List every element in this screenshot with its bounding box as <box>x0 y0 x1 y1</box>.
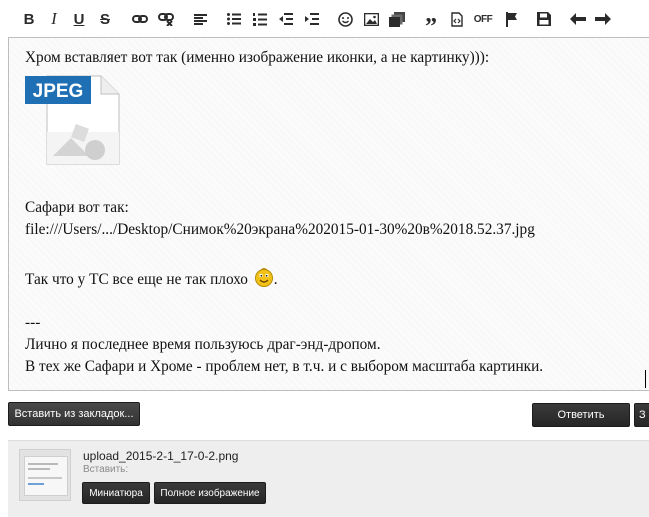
editor-line-path: file:///Users/.../Desktop/Снимок%20экран… <box>25 221 535 238</box>
media-button[interactable] <box>386 8 408 30</box>
image-icon <box>363 12 379 26</box>
undo-icon <box>570 13 586 25</box>
jpeg-file-icon: JPEG <box>25 75 120 165</box>
editor-line-personal: Лично я последнее время пользуюсь драг-э… <box>25 336 381 353</box>
underline-button[interactable]: U <box>68 8 90 30</box>
flag-icon <box>505 11 517 27</box>
jpeg-label: JPEG <box>33 81 84 102</box>
image-button[interactable] <box>360 8 382 30</box>
unlink-icon <box>158 13 174 26</box>
flag-button[interactable] <box>500 8 522 30</box>
redo-button[interactable] <box>592 8 614 30</box>
off-icon: OFF <box>473 13 493 25</box>
italic-button[interactable]: I <box>43 8 65 30</box>
insert-thumbnail-button[interactable]: Миниатюра <box>82 482 150 504</box>
bullet-list-icon <box>227 13 241 25</box>
smiley-icon <box>254 268 273 287</box>
thumbnail-preview <box>24 456 68 496</box>
indent-button[interactable] <box>301 8 323 30</box>
editor-line-same: В тех же Сафари и Хроме - проблем нет, в… <box>25 358 544 375</box>
media-icon <box>389 11 405 27</box>
redo-icon <box>595 13 611 25</box>
undo-button[interactable] <box>567 8 589 30</box>
smilie-button[interactable] <box>334 8 356 30</box>
bold-icon: B <box>23 10 35 28</box>
editor-line-dashes: --- <box>25 314 41 331</box>
insert-full-image-button[interactable]: Полное изображение <box>154 482 266 504</box>
quote-button[interactable]: ” <box>420 8 442 40</box>
text-caret <box>645 370 646 388</box>
attachment-file-name: upload_2015-2-1_17-0-2.png <box>83 449 239 463</box>
editor-line-chrome: Хром вставляет вот так (именно изображен… <box>25 49 490 66</box>
attachment-insert-label: Вставить: <box>83 464 129 475</box>
bold-button[interactable]: B <box>18 8 40 30</box>
editor-line-ts-text: Так что у ТС все еще не так плохо <box>25 271 248 288</box>
strikethrough-button[interactable]: S <box>94 8 116 30</box>
editor-line-ts: Так что у ТС все еще не так плохо . <box>25 268 278 289</box>
reply-button[interactable]: Ответить <box>532 403 630 427</box>
insert-from-bookmarks-button[interactable]: Вставить из закладок... <box>8 402 140 426</box>
attachment-thumbnail <box>19 449 71 501</box>
editor-toolbar: B I U S ” OFF <box>0 0 649 40</box>
numbered-list-icon <box>253 12 267 26</box>
unlink-button[interactable] <box>155 8 177 30</box>
italic-icon: I <box>51 9 57 28</box>
link-button[interactable] <box>129 8 151 30</box>
indent-icon <box>305 13 319 25</box>
smiley-icon <box>337 11 353 27</box>
save-draft-button[interactable] <box>533 8 555 30</box>
align-button[interactable] <box>189 8 211 30</box>
attachment-panel: upload_2015-2-1_17-0-2.png Вставить: Мин… <box>8 440 649 517</box>
message-editor[interactable]: Хром вставляет вот так (именно изображен… <box>8 37 649 391</box>
link-icon <box>132 15 148 23</box>
numbered-list-button[interactable] <box>249 8 271 30</box>
outdent-icon <box>279 13 293 25</box>
off-button[interactable]: OFF <box>472 8 494 30</box>
code-icon <box>451 11 463 27</box>
underline-icon: U <box>73 10 85 28</box>
editor-line-ts-end: . <box>273 271 278 288</box>
strikethrough-icon: S <box>99 10 110 28</box>
code-button[interactable] <box>446 8 468 30</box>
editor-line-safari: Сафари вот так: <box>25 199 129 216</box>
align-left-icon <box>193 13 207 25</box>
bullet-list-button[interactable] <box>223 8 245 30</box>
save-icon <box>537 12 551 26</box>
extra-button[interactable]: З <box>634 403 649 427</box>
outdent-button[interactable] <box>275 8 297 30</box>
